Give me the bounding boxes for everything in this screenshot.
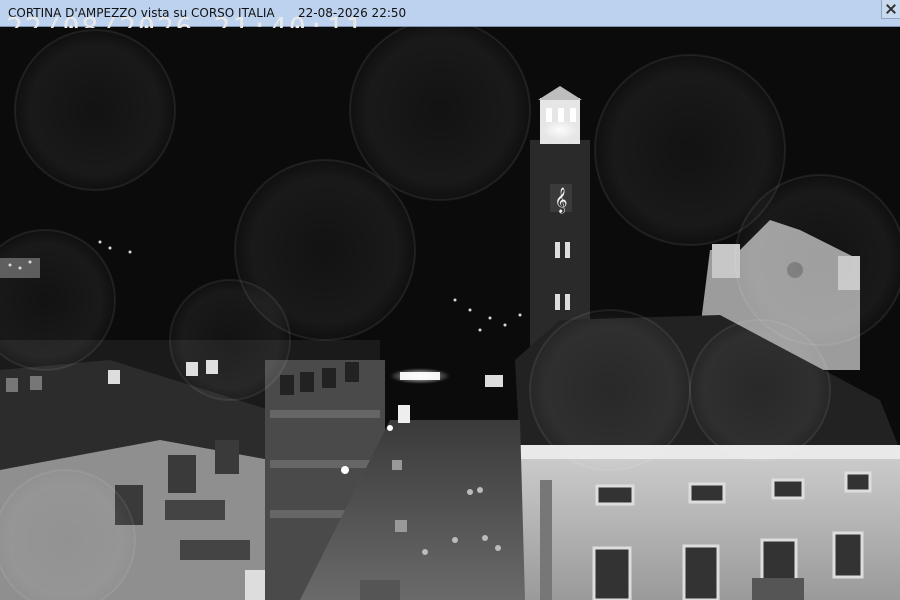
camera-timestamp-overlay: 22/08/2026 21:40:11 — [6, 14, 364, 28]
right-front-building — [520, 445, 900, 600]
treble-clef-icon: 𝄞 — [554, 187, 567, 213]
webcam-image: 𝄞 — [0, 27, 900, 600]
close-icon[interactable] — [881, 0, 900, 19]
